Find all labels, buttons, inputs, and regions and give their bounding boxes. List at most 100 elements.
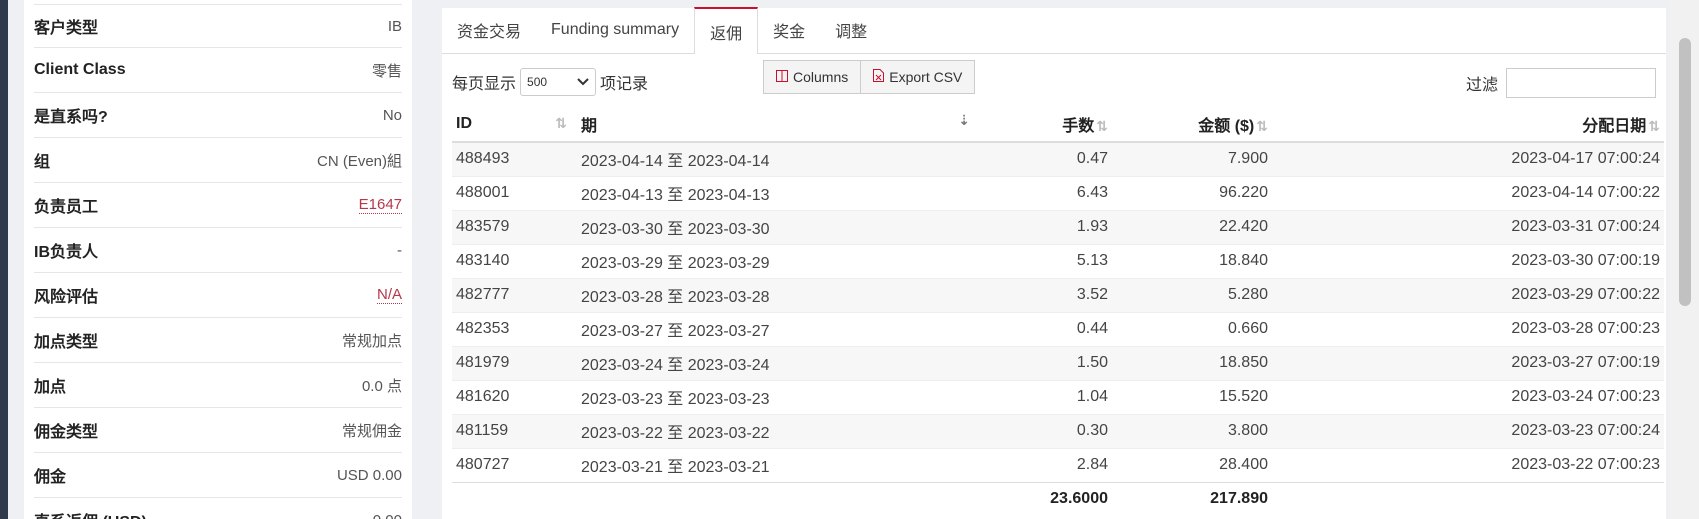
show-suffix-label: 项记录	[600, 76, 649, 93]
cell-period: 2023-03-22 至 2023-03-22	[577, 413, 972, 448]
cell-id: 482777	[452, 277, 577, 312]
header-period[interactable]: 期 ⇣	[577, 106, 972, 143]
cell-amount: 0.660	[1112, 311, 1272, 346]
info-value: 零售	[371, 62, 402, 80]
tab-item[interactable]: 奖金	[758, 7, 820, 53]
cell-period: 2023-04-14 至 2023-04-14	[577, 141, 972, 176]
info-row: 是直系吗? No	[34, 93, 402, 138]
header-date[interactable]: 分配日期 ⇅	[1272, 106, 1664, 143]
cell-period: 2023-03-23 至 2023-03-23	[577, 379, 972, 414]
header-lots[interactable]: 手数 ⇅	[972, 106, 1112, 143]
cell-period: 2023-03-30 至 2023-03-30	[577, 209, 972, 244]
tab-item[interactable]: Funding summary	[536, 7, 694, 53]
header-amount[interactable]: 金额 ($) ⇅	[1112, 106, 1272, 143]
cell-lots: 0.44	[972, 311, 1112, 346]
cell-lots: 1.04	[972, 379, 1112, 414]
rebate-panel: 资金交易 Funding summary 返佣 奖金 调整 每页显示 500 项记录 过…	[442, 7, 1666, 519]
rebate-table: ID ⇅ 期 ⇣ 手数 ⇅ 金额 ($) ⇅ 分配日期 ⇅ 488493 2023-04…	[452, 106, 1664, 516]
info-row: 佣金 USD 0.00	[34, 453, 402, 498]
cell-amount: 28.400	[1112, 447, 1272, 482]
sort-icon: ⇅	[555, 114, 567, 131]
table-row: 488493 2023-04-14 至 2023-04-14 0.47 7.900 20…	[452, 141, 1664, 176]
info-value: 0.00	[373, 512, 402, 519]
table-row: 480727 2023-03-21 至 2023-03-21 2.84 28.400 2…	[452, 447, 1664, 482]
filter-input[interactable]	[1506, 68, 1656, 98]
table-row: 483579 2023-03-30 至 2023-03-30 1.93 22.420 2…	[452, 209, 1664, 244]
info-row: 佣金类型 常规佣金	[34, 408, 402, 453]
columns-button[interactable]: Columns	[763, 60, 862, 94]
page-length-select[interactable]: 500	[520, 68, 597, 96]
table-row: 483140 2023-03-29 至 2023-03-29 5.13 18.840 2…	[452, 243, 1664, 278]
sort-icon: ⇅	[1648, 117, 1660, 134]
cell-id: 481979	[452, 345, 577, 380]
info-label: 组	[34, 154, 51, 171]
tab-item[interactable]: 资金交易	[442, 7, 536, 53]
info-value: 0.0 点	[361, 377, 402, 395]
page-length-control: 每页显示 500 项记录	[452, 68, 648, 96]
sort-icon: ⇅	[1256, 117, 1268, 134]
info-row: 加点 0.0 点	[34, 363, 402, 408]
info-value-link[interactable]: E1647	[358, 196, 402, 214]
table-row: 481620 2023-03-23 至 2023-03-23 1.04 15.520 2…	[452, 379, 1664, 414]
info-label: 直系返佣 (USD)	[34, 508, 147, 519]
sort-icon: ⇅	[1096, 117, 1108, 134]
cell-period: 2023-03-28 至 2023-03-28	[577, 277, 972, 312]
total-lots: 23.6000	[972, 481, 1112, 516]
export-csv-button[interactable]: Export CSV	[861, 60, 976, 94]
info-row: 组 CN (Even)組	[34, 138, 402, 183]
info-row: Client Class 零售	[34, 48, 402, 93]
cell-date: 2023-03-23 07:00:24	[1272, 413, 1664, 448]
cell-period: 2023-03-29 至 2023-03-29	[577, 243, 972, 278]
info-label: 客户类型	[34, 20, 99, 37]
header-date-label: 分配日期	[1582, 117, 1647, 135]
info-value: -	[397, 241, 402, 259]
info-label: 佣金类型	[34, 424, 99, 441]
info-value: IB	[387, 17, 402, 35]
info-row: 客户类型 IB	[34, 4, 402, 48]
info-value: 常规加点	[341, 332, 402, 350]
cell-amount: 96.220	[1112, 175, 1272, 210]
tab-item[interactable]: 返佣	[694, 7, 759, 54]
scrollbar-thumb[interactable]	[1679, 38, 1691, 306]
header-lots-label: 手数	[1062, 117, 1095, 135]
cell-amount: 18.840	[1112, 243, 1272, 278]
info-row: 风险评估 N/A	[34, 273, 402, 318]
cell-period: 2023-03-27 至 2023-03-27	[577, 311, 972, 346]
export-button-group: Columns Export CSV	[763, 60, 976, 94]
cell-date: 2023-03-27 07:00:19	[1272, 345, 1664, 380]
total-amount: 217.890	[1112, 481, 1272, 516]
table-row: 488001 2023-04-13 至 2023-04-13 6.43 96.220 2…	[452, 175, 1664, 210]
cell-date: 2023-03-22 07:00:23	[1272, 447, 1664, 482]
header-id[interactable]: ID ⇅	[452, 106, 577, 143]
cell-amount: 18.850	[1112, 345, 1272, 380]
cell-amount: 22.420	[1112, 209, 1272, 244]
cell-date: 2023-04-14 07:00:22	[1272, 175, 1664, 210]
cell-period: 2023-03-21 至 2023-03-21	[577, 447, 972, 482]
page-length-value: 500	[527, 75, 548, 89]
info-value-link[interactable]: N/A	[376, 286, 402, 304]
cell-id: 488493	[452, 141, 577, 176]
table-row: 481159 2023-03-22 至 2023-03-22 0.30 3.800 20…	[452, 413, 1664, 448]
cell-period: 2023-04-13 至 2023-04-13	[577, 175, 972, 210]
header-amount-label: 金额 ($)	[1198, 117, 1255, 135]
info-row: IB负责人 -	[34, 228, 402, 273]
file-csv-icon	[873, 69, 885, 85]
app-sidebar-edge	[0, 0, 8, 519]
header-id-label: ID	[456, 114, 472, 132]
tab-item[interactable]: 调整	[820, 7, 882, 53]
cell-period: 2023-03-24 至 2023-03-24	[577, 345, 972, 380]
table-row: 481979 2023-03-24 至 2023-03-24 1.50 18.850 2…	[452, 345, 1664, 380]
table-row: 482353 2023-03-27 至 2023-03-27 0.44 0.660 20…	[452, 311, 1664, 346]
cell-date: 2023-04-17 07:00:24	[1272, 141, 1664, 176]
cell-lots: 5.13	[972, 243, 1112, 278]
cell-lots: 1.93	[972, 209, 1112, 244]
filter-label: 过滤	[1465, 77, 1498, 94]
cell-date: 2023-03-24 07:00:23	[1272, 379, 1664, 414]
filter-control: 过滤	[1466, 68, 1656, 98]
info-value: No	[382, 106, 402, 124]
cell-lots: 2.84	[972, 447, 1112, 482]
columns-label: Columns	[793, 69, 849, 85]
tab-bar: 资金交易 Funding summary 返佣 奖金 调整	[442, 7, 1666, 54]
cell-amount: 7.900	[1112, 141, 1272, 176]
page-scrollbar[interactable]	[1670, 0, 1699, 519]
